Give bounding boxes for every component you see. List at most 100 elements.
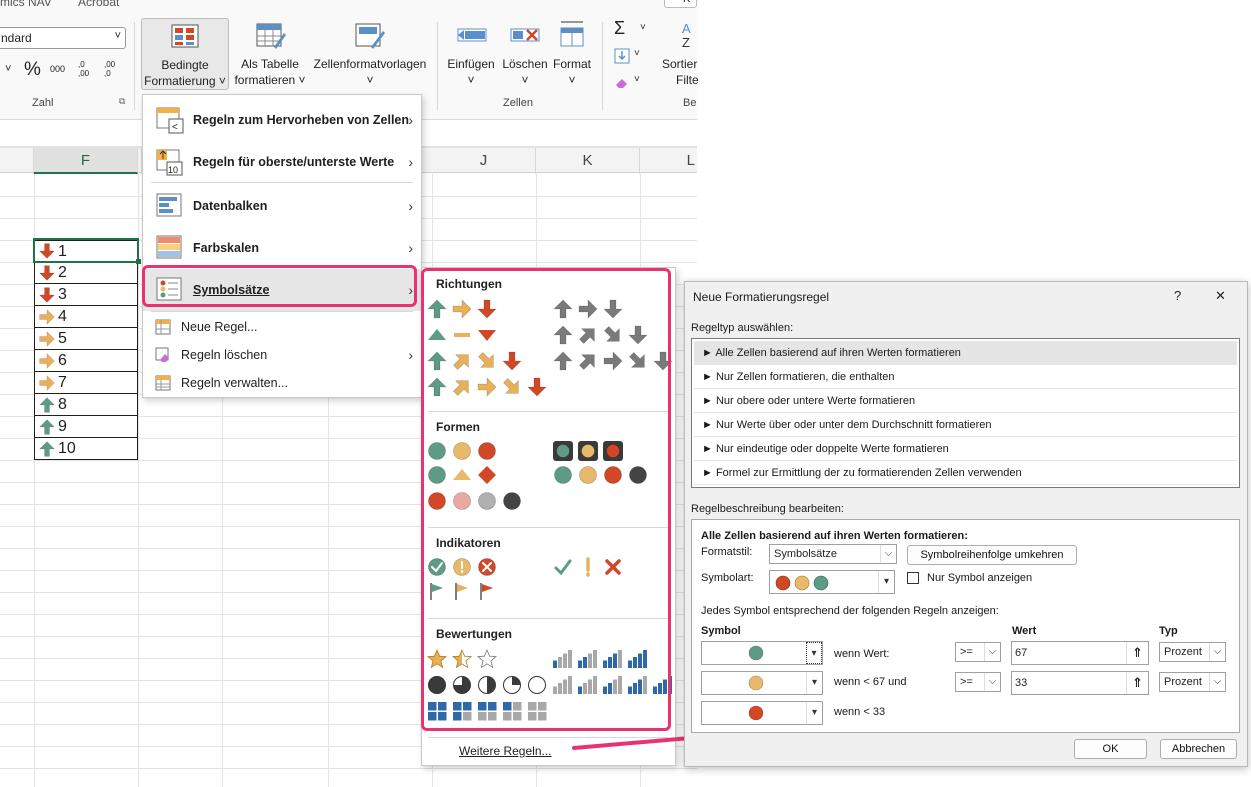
- ribbon-separator: [134, 22, 135, 110]
- cancel-button[interactable]: Abbrechen: [1160, 739, 1237, 759]
- chevron-down-icon[interactable]: ˅: [634, 74, 640, 85]
- highlight-rules-icon: <: [156, 107, 184, 134]
- col-value: Wert: [1012, 625, 1037, 637]
- menu-item-highlight-rules[interactable]: < Regeln zum Hervorheben von Zellen ›: [143, 99, 421, 141]
- sort-icon: A Z: [682, 21, 691, 50]
- column-header-e[interactable]: [0, 148, 34, 174]
- column-header-k[interactable]: K: [536, 148, 640, 174]
- operator-select[interactable]: >= ⌵: [955, 642, 1001, 662]
- table-cell[interactable]: 2: [34, 262, 138, 284]
- sort-filter-button[interactable]: A Z Sortier Filte: [656, 18, 699, 90]
- active-cell: [33, 238, 139, 263]
- cell-value: 6: [58, 352, 67, 369]
- ruletype-option[interactable]: ► Formel zur Ermittlung der zu formatier…: [694, 461, 1237, 485]
- range-select-icon[interactable]: ⇑: [1126, 642, 1148, 664]
- top-right-button[interactable]: K: [664, 0, 697, 8]
- more-rules-link[interactable]: Weitere Regeln...: [459, 744, 552, 758]
- menu-item-top-bottom[interactable]: 10 Regeln für oberste/unterste Werte ›: [143, 141, 421, 183]
- decimal-increase-button[interactable]: ,0 ,00: [78, 60, 96, 78]
- conditional-formatting-button[interactable]: Bedingte Formatierung ˅: [141, 18, 229, 90]
- ruletype-option[interactable]: ► Nur eindeutige oder doppelte Werte for…: [694, 437, 1237, 461]
- ruletype-option[interactable]: ► Nur Zellen formatieren, die enthalten: [694, 365, 1237, 389]
- reverse-order-button[interactable]: Symbolreihenfolge umkehren: [907, 545, 1077, 565]
- symbol-select[interactable]: ▾: [701, 641, 823, 665]
- format-cells-button[interactable]: Format ˅: [550, 18, 594, 90]
- table-cell[interactable]: 10: [34, 438, 138, 460]
- autosum-icon[interactable]: Σ: [614, 18, 625, 39]
- chevron-down-icon[interactable]: ˅: [634, 48, 640, 59]
- dialog-title: Neue Formatierungsregel: [693, 290, 830, 304]
- arrow-right-icon: [39, 374, 55, 391]
- column-header-j[interactable]: J: [432, 148, 536, 174]
- symbol-circle-icon: [748, 705, 764, 721]
- format-style-dropdown[interactable]: Symbolsätze ⌵: [769, 544, 897, 564]
- table-cell[interactable]: 8: [34, 394, 138, 416]
- traffic-light-set-icon: [775, 575, 829, 591]
- table-cell[interactable]: 9: [34, 416, 138, 438]
- delete-cells-icon: [510, 28, 540, 42]
- cell-styles-button[interactable]: Zellenformatvorlagen ˅: [310, 18, 430, 90]
- rule-condition: wenn Wert:: [834, 648, 890, 660]
- tab-dynamics-nav[interactable]: mics NAV: [0, 0, 52, 9]
- top-right-label: K: [683, 0, 690, 5]
- symbol-type-dropdown[interactable]: ▾: [769, 570, 895, 594]
- ruletype-option[interactable]: ► Nur obere oder untere Werte formatiere…: [694, 389, 1237, 413]
- symbol-circle-icon: [748, 675, 764, 691]
- rule-condition: wenn < 33: [834, 706, 886, 718]
- percent-button[interactable]: %: [24, 59, 41, 81]
- column-header-f[interactable]: F: [34, 148, 138, 174]
- tab-acrobat[interactable]: Acrobat: [78, 0, 119, 9]
- menu-item-new-rule[interactable]: Neue Regel...: [143, 313, 421, 341]
- fill-handle[interactable]: [136, 259, 141, 264]
- table-cell[interactable]: 5: [34, 328, 138, 350]
- value-input[interactable]: 67 ⇑: [1011, 641, 1149, 665]
- type-value: Prozent: [1164, 676, 1202, 688]
- cell-value: 2: [58, 264, 67, 281]
- table-cell[interactable]: 7: [34, 372, 138, 394]
- column-header-l[interactable]: L: [640, 148, 697, 174]
- menu-item-data-bars[interactable]: Datenbalken ›: [143, 185, 421, 227]
- chevron-down-icon[interactable]: ˅: [640, 22, 646, 33]
- delete-cells-button[interactable]: Löschen ˅: [500, 18, 550, 90]
- format-as-table-label2: formatieren ˅: [234, 73, 306, 87]
- thousands-button[interactable]: 000: [50, 64, 65, 74]
- ruletype-option[interactable]: ► Nur Werte über oder unter dem Durchsch…: [694, 413, 1237, 437]
- fill-icon[interactable]: [614, 48, 630, 64]
- format-as-table-button[interactable]: Als Tabelle formatieren ˅: [234, 18, 306, 90]
- operator-select[interactable]: >= ⌵: [955, 672, 1001, 692]
- svg-text:A: A: [682, 21, 691, 36]
- insert-cells-button[interactable]: Einfügen ˅: [444, 18, 498, 90]
- menu-item-color-scales[interactable]: Farbskalen ›: [143, 227, 421, 269]
- help-button[interactable]: ?: [1174, 288, 1181, 303]
- delete-label: Löschen: [502, 57, 548, 71]
- decimal-decrease-button[interactable]: ,00 ,0: [104, 60, 122, 78]
- ok-button[interactable]: OK: [1074, 739, 1147, 759]
- value-input[interactable]: 33 ⇑: [1011, 671, 1149, 695]
- symbol-type-label: Symbolart:: [701, 572, 754, 584]
- ruletype-list[interactable]: ► Alle Zellen basierend auf ihren Werten…: [691, 338, 1240, 488]
- number-format-dropdown[interactable]: ndard ˅: [0, 27, 126, 49]
- menu-item-clear-rules[interactable]: Regeln löschen ›: [143, 341, 421, 369]
- grid-line: [138, 174, 139, 787]
- table-cell[interactable]: 6: [34, 350, 138, 372]
- type-select[interactable]: Prozent ⌵: [1159, 642, 1226, 662]
- symbol-select[interactable]: ▾: [701, 701, 823, 725]
- chevron-down-icon: ⌵: [1209, 673, 1225, 691]
- menu-label: Regeln zum Hervorheben von Zellen: [193, 113, 410, 127]
- type-select[interactable]: Prozent ⌵: [1159, 672, 1226, 692]
- dialog-launcher-icon[interactable]: ⧉: [119, 96, 125, 107]
- ruletype-option[interactable]: ► Alle Zellen basierend auf ihren Werten…: [694, 341, 1237, 365]
- arrow-up-icon: [39, 396, 55, 413]
- svg-text:<: <: [172, 122, 178, 133]
- symbol-select[interactable]: ▾: [701, 671, 823, 695]
- chevron-down-icon: ▾: [806, 702, 822, 724]
- range-select-icon[interactable]: ⇑: [1126, 672, 1148, 694]
- menu-item-manage-rules[interactable]: Regeln verwalten...: [143, 369, 421, 397]
- table-cell[interactable]: 4: [34, 306, 138, 328]
- chevron-right-icon: ›: [408, 154, 413, 170]
- only-symbol-checkbox[interactable]: [907, 572, 919, 584]
- chevron-down-icon[interactable]: ˅: [5, 63, 11, 75]
- table-cell[interactable]: 3: [34, 284, 138, 306]
- clear-icon[interactable]: [614, 74, 630, 90]
- close-icon[interactable]: ✕: [1215, 288, 1226, 304]
